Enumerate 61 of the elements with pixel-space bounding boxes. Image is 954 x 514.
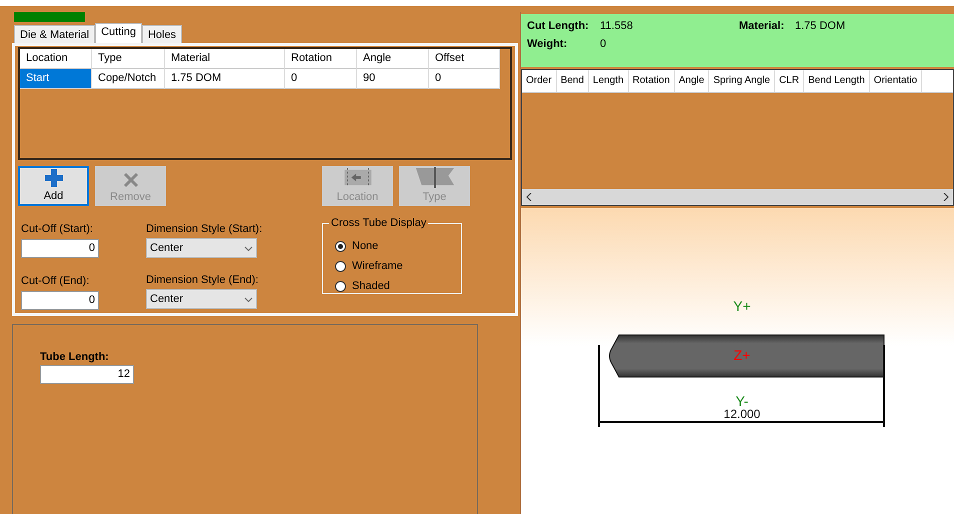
- table-cell[interactable]: 1.75 DOM: [165, 69, 285, 89]
- field-label: Dimension Style (End):: [146, 274, 260, 287]
- dropdown[interactable]: Center: [146, 289, 257, 309]
- info-value: 0: [600, 38, 608, 52]
- radio-label[interactable]: Shaded: [352, 280, 390, 292]
- column-header[interactable]: Bend: [556, 70, 589, 92]
- input-field[interactable]: 0: [21, 239, 99, 258]
- tab[interactable]: Die & Material: [14, 25, 96, 43]
- plus-icon: [44, 169, 62, 187]
- column-header[interactable]: Angle: [357, 49, 429, 69]
- close-icon: [122, 172, 138, 188]
- field-label: Dimension Style (Start):: [146, 223, 264, 236]
- axis-label: Y+: [733, 298, 751, 314]
- tab[interactable]: Cutting: [95, 23, 142, 43]
- axis-label: Y-: [736, 393, 748, 409]
- radio-label[interactable]: None: [352, 240, 378, 252]
- radio-label[interactable]: Wireframe: [352, 260, 403, 272]
- column-header[interactable]: Type: [92, 49, 165, 69]
- column-header[interactable]: CLR: [775, 70, 804, 92]
- field-label: Tube Length:: [40, 351, 110, 363]
- radio-button[interactable]: [335, 260, 346, 272]
- dimension-value: 12.000: [724, 407, 760, 421]
- column-header[interactable]: Bend Length: [804, 70, 870, 92]
- info-value: 11.558: [600, 20, 634, 34]
- table-cell[interactable]: Start: [20, 69, 92, 89]
- group-title: Cross Tube Display: [329, 217, 428, 229]
- column-header[interactable]: Angle: [674, 70, 710, 92]
- column-header[interactable]: Spring Angle: [709, 70, 776, 92]
- input-field[interactable]: 0: [21, 291, 99, 310]
- chevron-icon: [244, 297, 253, 303]
- column-header[interactable]: Length: [588, 70, 629, 92]
- info-label: Cut Length:: [527, 20, 590, 34]
- notch-icon: [414, 167, 454, 188]
- horizontal-scrollbar[interactable]: [522, 189, 953, 205]
- table-cell[interactable]: 0: [429, 69, 500, 89]
- column-header[interactable]: Location: [20, 49, 92, 69]
- field-label: Cut-Off (End):: [21, 275, 90, 288]
- scroll-right-icon[interactable]: [943, 193, 949, 201]
- chevron-icon: [244, 246, 253, 252]
- info-label: Material:: [739, 20, 786, 34]
- axis-label: Z+: [734, 347, 750, 363]
- status-bar: [14, 12, 85, 22]
- add-button[interactable]: Add: [18, 166, 89, 206]
- tab[interactable]: Holes: [142, 25, 182, 43]
- radio-button[interactable]: [335, 280, 346, 292]
- table-cell[interactable]: 90: [357, 69, 429, 89]
- scroll-left-icon[interactable]: [526, 193, 532, 201]
- dropdown[interactable]: Center: [146, 238, 257, 258]
- column-header[interactable]: Offset: [429, 49, 500, 69]
- column-header[interactable]: Rotation: [628, 70, 675, 92]
- column-header[interactable]: Rotation: [285, 49, 357, 69]
- info-value: 1.75 DOM: [795, 20, 846, 34]
- table-cell[interactable]: Cope/Notch: [92, 69, 165, 89]
- info-label: Weight:: [527, 38, 568, 52]
- column-header[interactable]: Order: [522, 70, 557, 92]
- input-field[interactable]: 12: [40, 365, 134, 384]
- column-header[interactable]: Orientatio: [870, 70, 922, 92]
- field-label: Cut-Off (Start):: [21, 223, 94, 236]
- column-header[interactable]: Material: [165, 49, 285, 69]
- radio-button[interactable]: [335, 240, 346, 252]
- table-cell[interactable]: 0: [285, 69, 357, 89]
